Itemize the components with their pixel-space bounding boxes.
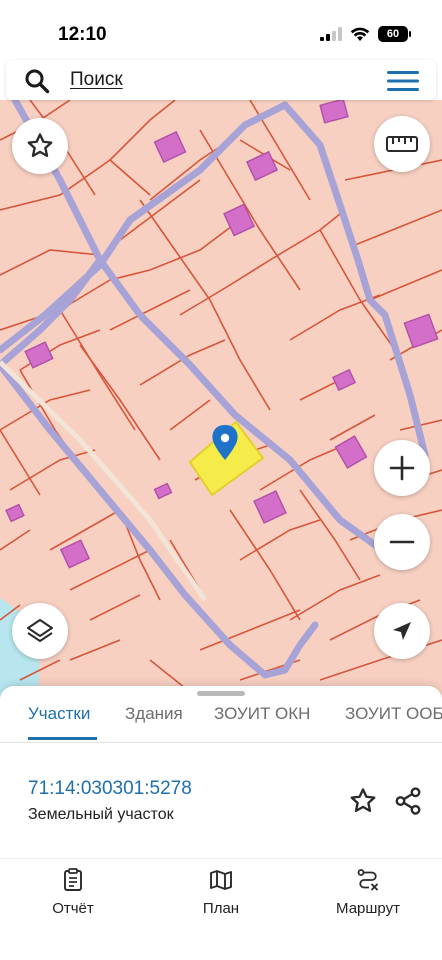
status-icons: 60 — [320, 26, 411, 42]
nav-plan-label: План — [202, 900, 240, 917]
favorite-parcel-star-icon[interactable] — [348, 786, 378, 816]
signal-icon — [320, 27, 342, 41]
zoom-in-button[interactable] — [374, 440, 430, 496]
zoom-out-icon — [389, 540, 415, 544]
map-plan-icon — [210, 870, 232, 890]
nav-plan[interactable]: План — [166, 868, 276, 917]
status-bar: 12:10 60 — [0, 0, 442, 58]
search-icon[interactable] — [24, 68, 50, 94]
route-icon — [357, 869, 378, 891]
tab-parcels[interactable]: Участки — [28, 704, 90, 724]
search-input[interactable]: Поиск — [70, 69, 123, 91]
bottom-nav: Отчёт План Маршрут — [0, 858, 442, 960]
sheet-tabs: Участки Здания ЗОУИТ ОКН ЗОУИТ ООБ — [0, 700, 442, 742]
battery-icon: 60 — [378, 26, 411, 42]
zoom-out-button[interactable] — [374, 514, 430, 570]
star-icon — [27, 133, 53, 158]
parcel-type: Земельный участок — [28, 806, 174, 823]
parcel-cadastral-number[interactable]: 71:14:030301:5278 — [28, 778, 192, 800]
battery-level: 60 — [386, 28, 400, 40]
zoom-in-icon — [389, 455, 415, 481]
ruler-button[interactable] — [374, 116, 430, 172]
tab-buildings[interactable]: Здания — [125, 704, 183, 724]
ruler-icon — [386, 136, 418, 152]
share-icon[interactable] — [393, 786, 423, 816]
map-canvas[interactable] — [0, 100, 442, 700]
tab-zouit-oob[interactable]: ЗОУИТ ООБ — [345, 704, 442, 724]
active-tab-indicator — [28, 737, 97, 740]
cadastral-map[interactable] — [0, 100, 442, 700]
nav-report[interactable]: Отчёт — [18, 868, 128, 917]
nav-route[interactable]: Маршрут — [313, 868, 423, 917]
layers-button[interactable] — [12, 603, 68, 659]
wifi-icon — [350, 27, 370, 41]
menu-icon[interactable] — [386, 69, 420, 93]
search-bar[interactable]: Поиск — [6, 60, 436, 100]
locate-arrow-icon — [393, 622, 411, 640]
nav-report-label: Отчёт — [52, 900, 94, 917]
favorite-button[interactable] — [12, 118, 68, 174]
status-time: 12:10 — [58, 24, 107, 45]
tab-zouit-okn[interactable]: ЗОУИТ ОКН — [214, 704, 310, 724]
tabs-divider — [0, 742, 442, 743]
parcel-sheet: Участки Здания ЗОУИТ ОКН ЗОУИТ ООБ 71:14… — [0, 686, 442, 960]
locate-button[interactable] — [374, 603, 430, 659]
layers-icon — [27, 619, 53, 642]
sheet-drag-handle[interactable] — [197, 691, 245, 696]
report-icon — [64, 868, 82, 891]
nav-route-label: Маршрут — [336, 900, 400, 917]
